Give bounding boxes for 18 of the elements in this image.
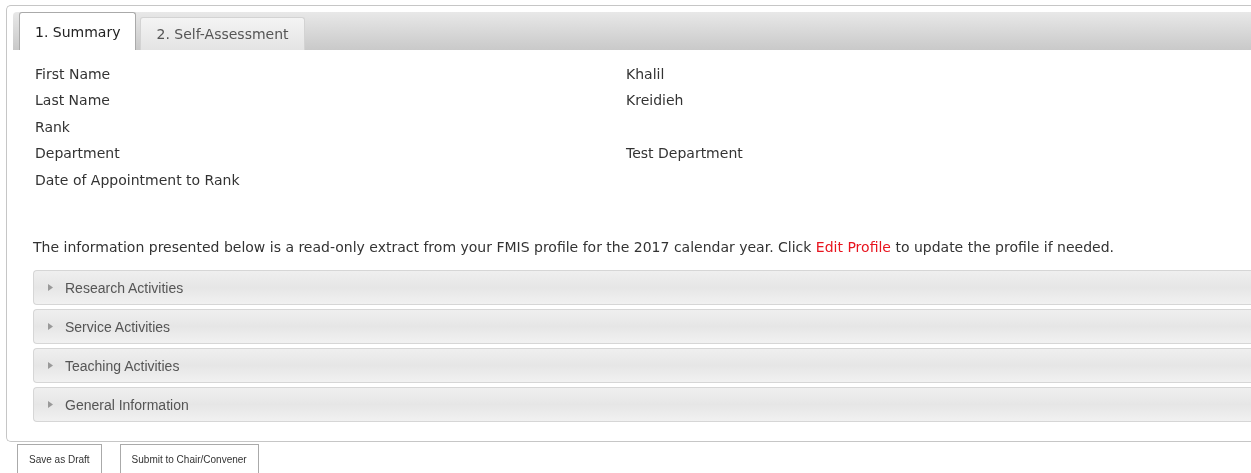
section-header[interactable]: Teaching Activities (33, 348, 1251, 383)
section-header[interactable]: General Information (33, 387, 1251, 422)
field-label: Last Name (35, 91, 111, 111)
field-label: Rank (35, 117, 71, 137)
field-value: Khalil (626, 65, 666, 84)
field-label: Date of Appointment to Rank (35, 170, 241, 190)
field-label: Department (35, 144, 121, 164)
tab[interactable]: 2. Self-Assessment (140, 17, 305, 50)
section-header[interactable]: Service Activities (33, 309, 1251, 344)
edit-profile-link[interactable]: Edit Profile (815, 239, 891, 255)
field-label: First Name (35, 65, 112, 84)
submit-button[interactable]: Submit to Chair/Convener (119, 444, 259, 473)
field-value: Kreidieh (626, 91, 685, 111)
save-draft-button[interactable]: Save as Draft (17, 444, 102, 473)
section-header[interactable]: Research Activities (33, 270, 1251, 305)
intro-text: The information presented below is a read-only extract from your FMIS profile for the 2017 calendar year. Click Edit Profile to update the profile if needed. (33, 238, 1115, 257)
tab[interactable]: 1. Summary (19, 12, 137, 50)
field-value: Test Department (626, 144, 744, 164)
